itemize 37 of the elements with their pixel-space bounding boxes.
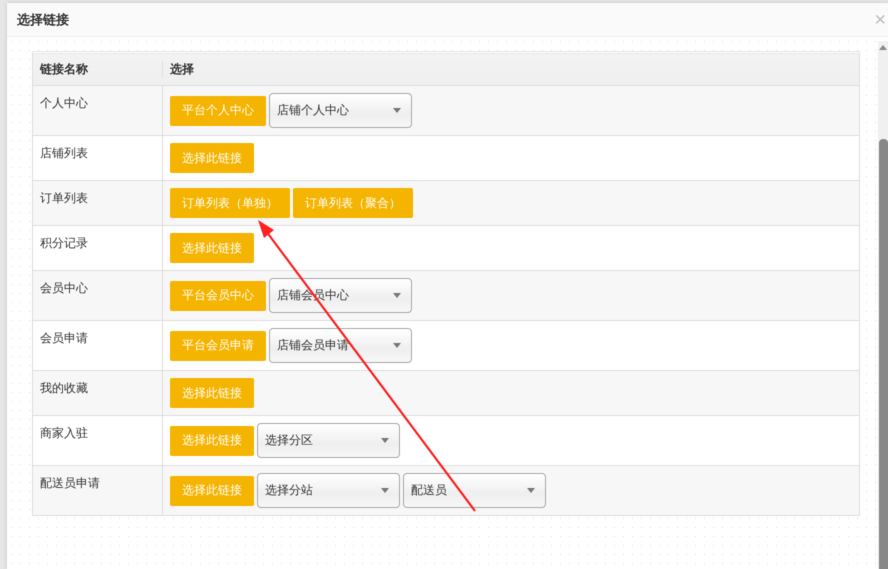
caret-icon [393, 343, 401, 348]
select-link-button[interactable]: 选择此链接 [170, 476, 254, 506]
select-link-button[interactable]: 选择此链接 [170, 143, 254, 173]
dropdown[interactable]: 店铺个人中心 [269, 93, 412, 128]
select-link-button[interactable]: 平台会员中心 [170, 280, 266, 310]
dialog-title: 选择链接 [17, 12, 69, 28]
column-header: 选择 [169, 61, 195, 78]
select-link-button[interactable]: 订单列表（单独） [170, 188, 290, 218]
link-name-cell: 我的收藏 [33, 371, 163, 415]
link-name-cell: 店铺列表 [33, 136, 163, 180]
caret-icon [527, 488, 535, 493]
scrollbar[interactable] [878, 41, 888, 569]
link-name-cell: 积分记录 [33, 226, 163, 270]
link-name-cell: 订单列表 [33, 181, 163, 225]
close-button[interactable]: × [874, 10, 888, 30]
caret-icon [381, 438, 389, 443]
column-header: 链接名称 [33, 61, 163, 78]
dropdown[interactable]: 店铺会员申请 [269, 328, 412, 363]
select-link-button[interactable]: 平台个人中心 [170, 96, 266, 126]
select-link-button[interactable]: 选择此链接 [170, 378, 254, 408]
dropdown[interactable]: 选择分站 [257, 473, 400, 508]
scroll-up-icon[interactable] [879, 45, 887, 50]
select-link-button[interactable]: 选择此链接 [170, 233, 254, 263]
link-name-cell: 个人中心 [33, 86, 163, 135]
select-link-button[interactable]: 订单列表（聚合） [293, 188, 413, 218]
link-name-cell: 会员申请 [33, 321, 163, 370]
caret-icon [381, 488, 389, 493]
link-name-cell: 配送员申请 [33, 466, 163, 515]
select-link-button[interactable]: 选择此链接 [170, 426, 254, 456]
link-name-cell: 会员中心 [33, 271, 163, 320]
dropdown[interactable]: 配送员 [403, 473, 546, 508]
caret-icon [393, 108, 401, 113]
select-link-button[interactable]: 平台会员申请 [170, 330, 266, 360]
caret-icon [393, 293, 401, 298]
link-name-cell: 商家入驻 [33, 416, 163, 465]
dropdown[interactable]: 选择分区 [257, 423, 400, 458]
scrollbar-thumb[interactable] [879, 139, 888, 569]
